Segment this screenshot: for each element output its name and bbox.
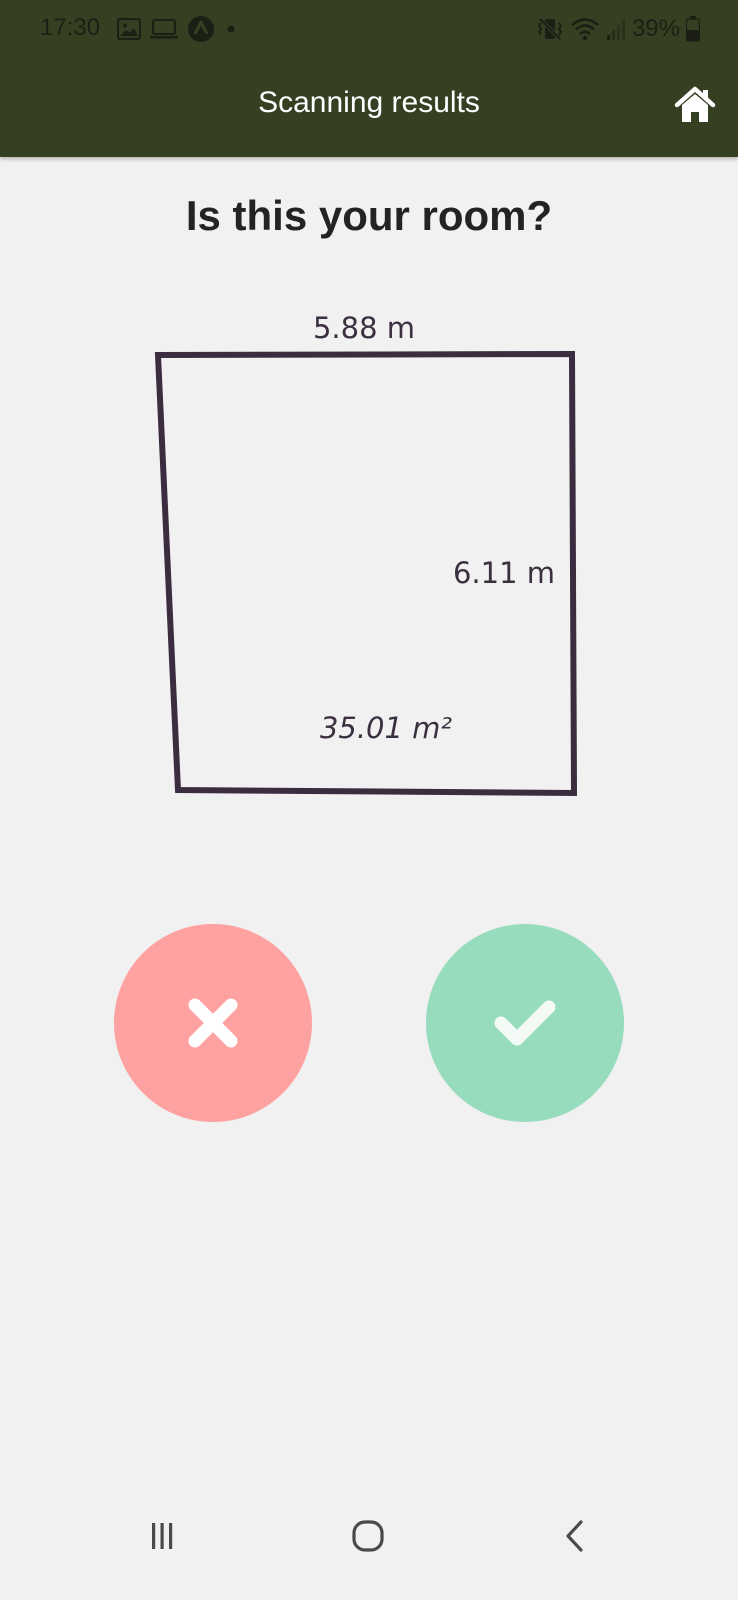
room-question: Is this your room? [185,192,553,239]
app-bar: 17:30 39% Scanning results [0,0,738,157]
confirm-room-button[interactable] [426,924,624,1122]
check-icon [494,1000,556,1046]
room-depth-label: 6.11 m [453,556,555,590]
system-navigation-bar [0,1470,738,1600]
back-icon [566,1520,583,1552]
system-home-button[interactable] [338,1506,398,1566]
room-area-label: 35.01 m² [320,711,452,745]
laptop-icon [150,18,178,39]
home-button[interactable] [674,86,716,124]
battery-icon [686,16,700,42]
close-icon [188,998,238,1048]
status-bar: 17:30 39% [0,0,738,60]
room-width-label: 5.88 m [313,311,415,345]
reject-room-button[interactable] [114,924,312,1122]
recents-icon [152,1523,173,1549]
back-button[interactable] [545,1506,605,1566]
page-title: Scanning results [258,86,480,119]
status-time: 17:30 [40,14,101,41]
dot-icon [227,25,235,33]
status-system-icons: 39% [536,14,700,44]
recents-button[interactable] [132,1506,192,1566]
home-icon [674,86,716,122]
wifi-icon [571,18,599,41]
vibrate-icon [537,17,563,41]
signal-icon [606,19,625,40]
scanning-results-screen: 17:30 39% Scanning results Is this your … [0,0,738,1600]
battery-percentage: 39% [631,15,680,42]
home-circle-icon [352,1520,384,1552]
image-icon [117,18,141,40]
room-floor-plan: 5.88 m 6.11 m 35.01 m² [154,311,578,797]
status-notification-icons [117,14,239,44]
navigation-icon [188,16,214,42]
